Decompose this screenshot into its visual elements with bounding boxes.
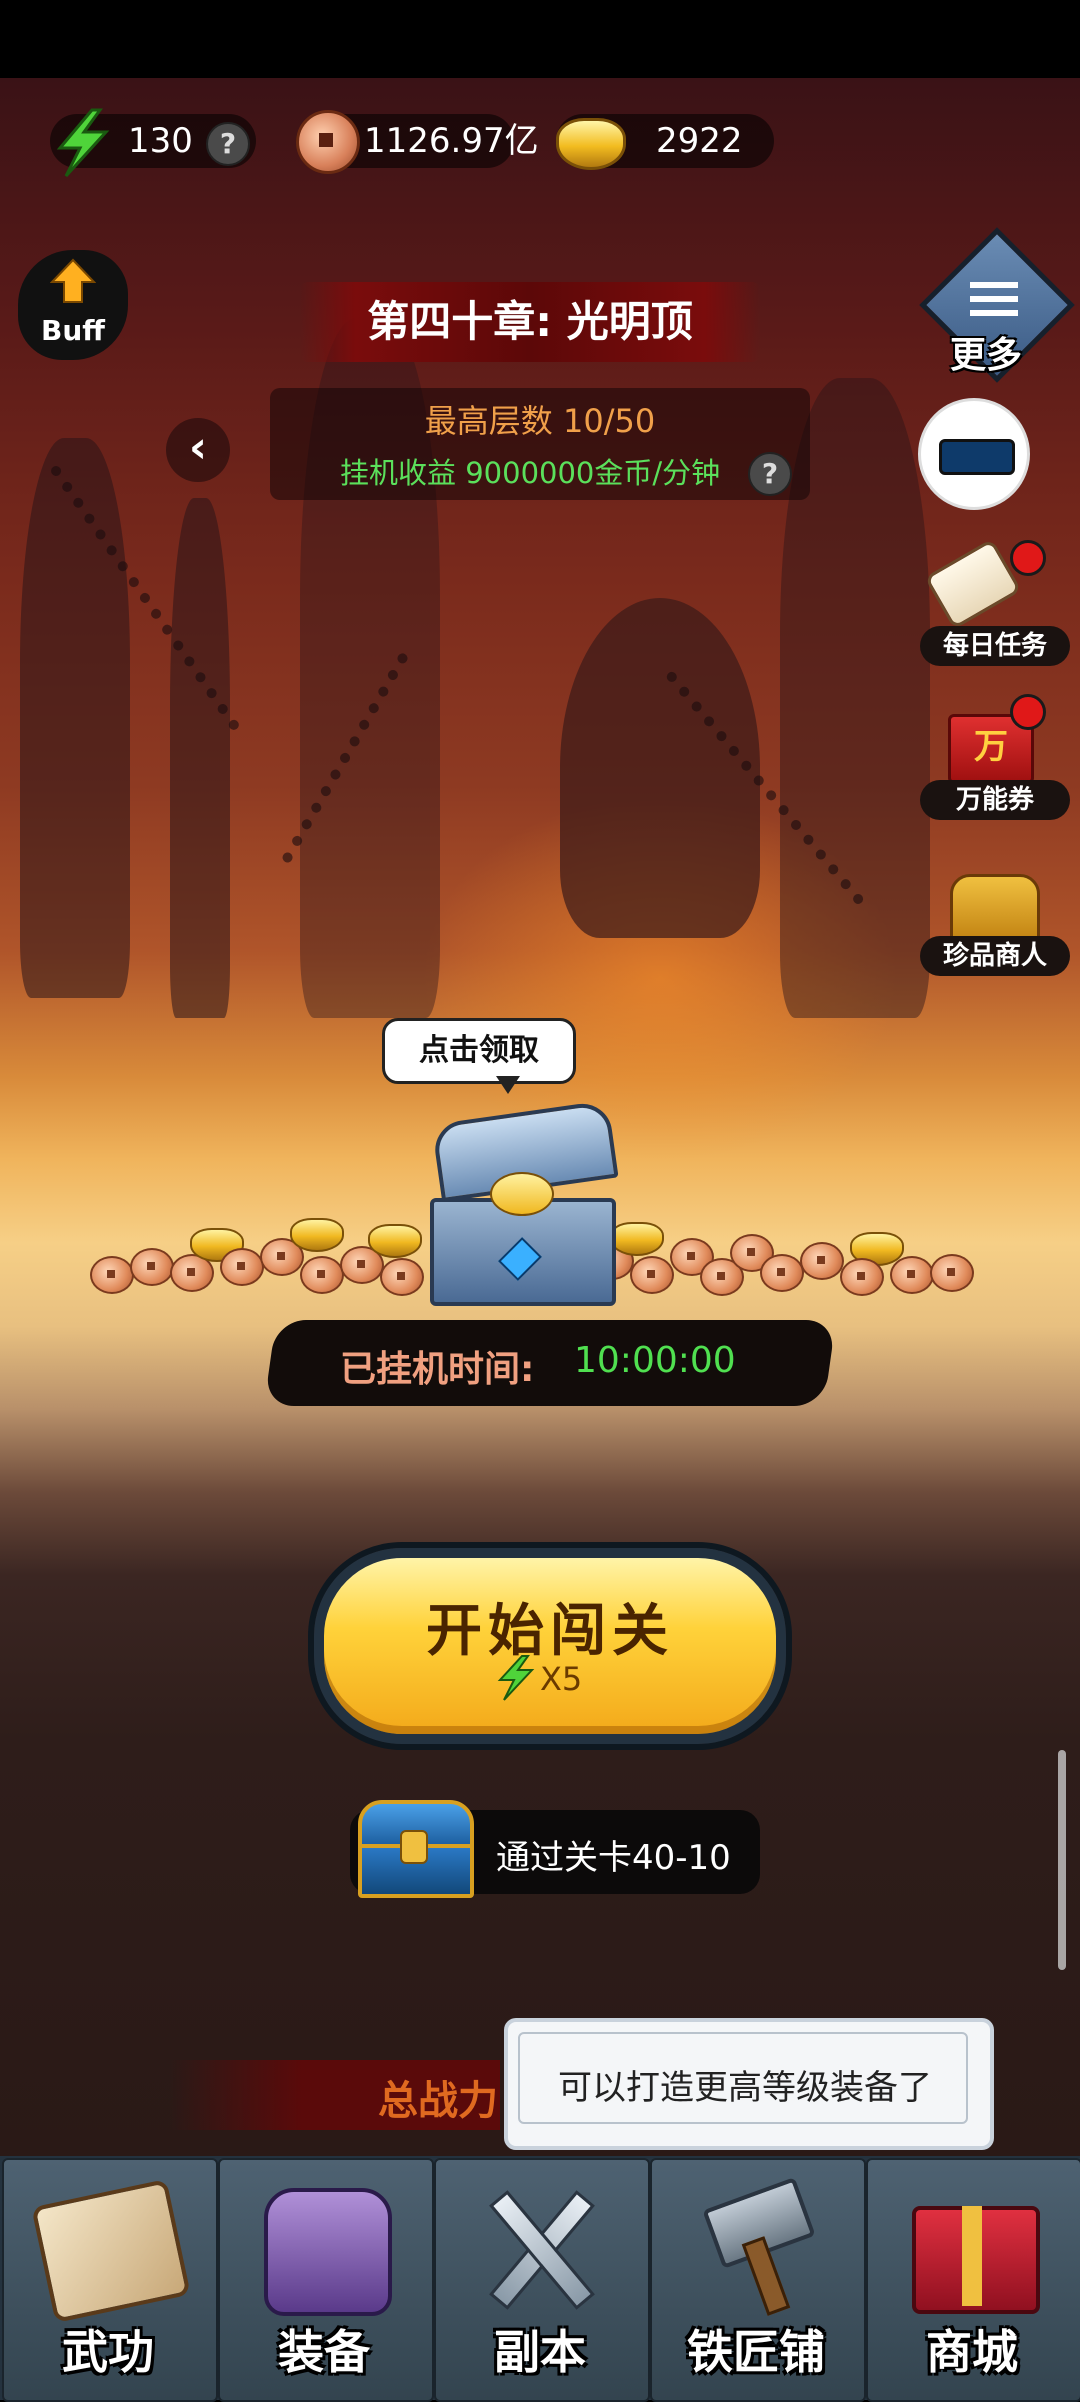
menu-icon [970,282,1018,288]
copper-value: 1126.97亿 [364,121,539,161]
crossed-swords-icon [434,2182,646,2312]
buff-button[interactable]: Buff [18,250,128,360]
up-arrow-icon [50,258,96,303]
gift-box-icon [866,2182,1078,2314]
nav-equipment-label: 装备 [278,2325,370,2379]
chapter-title: 第四十章: 光明顶 [367,297,693,346]
merchant-label: 珍品商人 [920,936,1070,976]
video-icon [939,439,1015,475]
voucher-button[interactable]: 万 万能券 [920,694,1070,824]
notification-dot [1010,540,1046,576]
lightning-icon [497,1655,535,1701]
goal-text: 通过关卡40-10 [496,1838,731,1878]
video-ad-button[interactable] [918,398,1030,510]
start-challenge-label: 开始闯关 [426,1598,674,1664]
daily-task-button[interactable]: 每日任务 [920,538,1070,670]
skeleton-throne [560,598,760,938]
more-button[interactable]: 更多 [919,227,1075,383]
gold-ingot-icon [556,118,626,170]
gold-ingot-icon [490,1172,554,1216]
daily-task-label: 每日任务 [920,626,1070,666]
gold-value: 2922 [656,121,743,161]
total-power-label: 总战力 [378,2077,498,2124]
bubble-tail [496,1076,520,1094]
rock-pillar [170,498,230,1018]
copper-coin-icon [296,110,360,174]
nav-shop-label: 商城 [926,2325,1018,2379]
armor-icon [218,2182,430,2316]
merchant-button[interactable]: 珍品商人 [920,870,1070,980]
voucher-label: 万能券 [920,780,1070,820]
energy-cost: X5 [540,1660,583,1698]
afk-income-text: 挂机收益 9000000金币/分钟 [340,456,721,490]
energy-value: 130 [128,121,193,161]
income-help-icon[interactable]: ? [748,452,792,496]
status-bar [0,0,1080,78]
more-label: 更多 [950,334,1023,376]
treasure-chest[interactable] [430,1099,619,1306]
nav-dungeon-label: 副本 [494,2325,586,2379]
tooltip-text: 可以打造更高等级装备了 [558,2068,932,2108]
claim-bubble[interactable]: 点击领取 [382,1018,576,1084]
nav-martial-arts-label: 武功 [62,2325,154,2379]
buff-label: Buff [41,314,105,347]
back-chevron-icon[interactable]: ‹ [166,418,230,482]
scroll-icon [2,2178,214,2324]
reward-chest-icon[interactable] [358,1800,474,1898]
scrollbar[interactable] [1058,1750,1066,1970]
hammer-icon [650,2177,862,2316]
nav-blacksmith-label: 铁匠铺 [687,2325,825,2379]
afk-time-label: 已挂机时间: [340,1349,535,1390]
energy-help-icon[interactable]: ? [206,122,250,166]
rock-pillar [20,438,130,998]
notification-dot [1010,694,1046,730]
lightning-icon [56,108,110,178]
max-floor-text: 最高层数 10/50 [424,402,656,440]
afk-time-value: 10:00:00 [574,1340,736,1381]
scroll-icon [924,538,1022,630]
